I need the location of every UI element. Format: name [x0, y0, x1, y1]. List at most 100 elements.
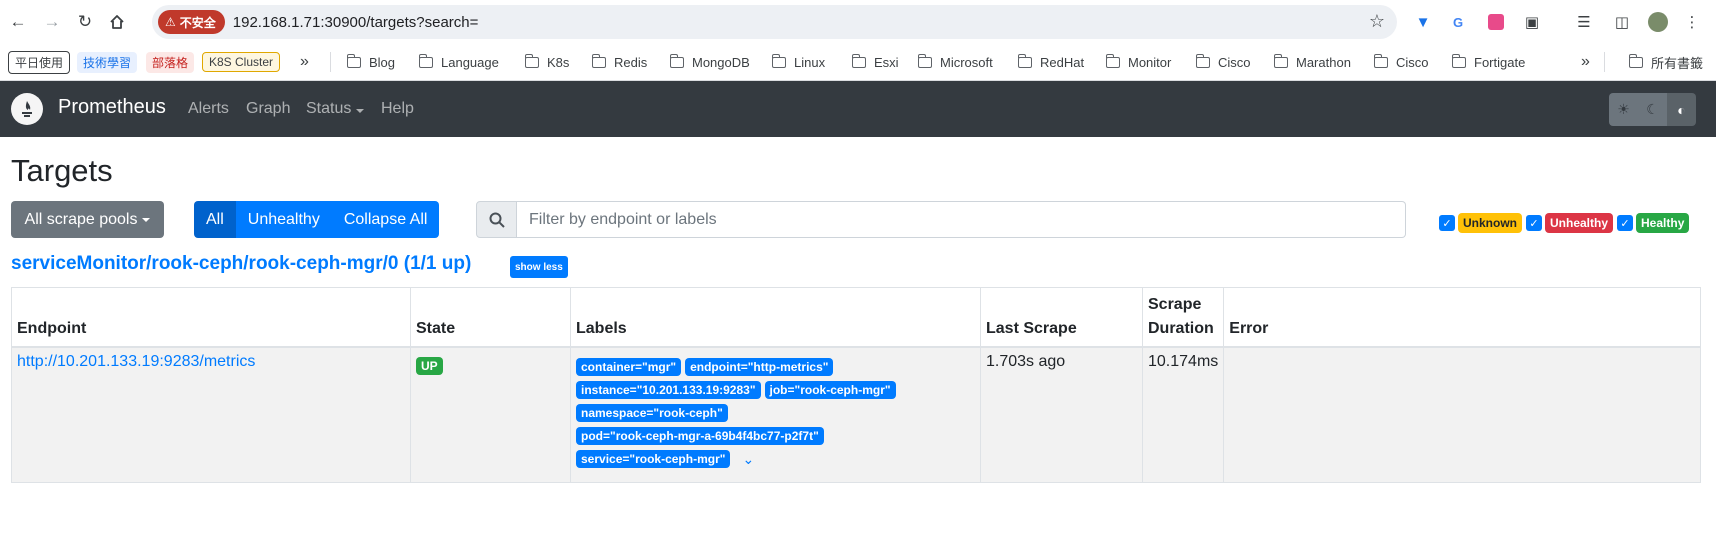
bookmarks-overflow-left[interactable]: »	[300, 50, 309, 74]
show-less-button[interactable]: show less	[510, 256, 568, 278]
all-bookmarks-folder[interactable]: 所有書籤	[1628, 50, 1704, 74]
bookmark-label: Marathon	[1296, 54, 1351, 70]
bookmark-folder-fortigate[interactable]: Fortigate	[1451, 50, 1525, 74]
bookmark-folder-redhat[interactable]: RedHat	[1017, 50, 1084, 74]
search-input[interactable]	[517, 201, 1406, 238]
bookmark-label: 所有書籤	[1651, 55, 1704, 71]
error-cell	[1223, 346, 1701, 483]
prometheus-logo-icon[interactable]	[11, 93, 43, 125]
label-badge: endpoint="http-metrics"	[685, 358, 834, 376]
menu-kebab-icon[interactable]: ⋮	[1681, 11, 1703, 33]
folder-icon	[524, 53, 539, 68]
reload-icon[interactable]: ↻	[73, 10, 97, 34]
bookmark-tag-blog[interactable]: 部落格	[146, 50, 195, 74]
home-icon[interactable]	[105, 10, 129, 34]
page-title: Targets	[11, 153, 113, 188]
bookmark-label: Microsoft	[940, 54, 993, 70]
folder-icon	[1017, 53, 1032, 68]
light-theme-sun-icon[interactable]: ☀	[1609, 93, 1638, 126]
security-warning-chip[interactable]: ⚠ 不安全	[158, 10, 225, 34]
extension-pink-icon[interactable]	[1485, 11, 1507, 33]
chevron-down-icon[interactable]: ⌄	[742, 451, 754, 468]
unknown-checkbox[interactable]: ✓	[1439, 215, 1455, 231]
bookmark-folder-marathon[interactable]: Marathon	[1273, 50, 1351, 74]
profile-avatar[interactable]	[1647, 11, 1669, 33]
bookmarks-overflow-right[interactable]: »	[1581, 50, 1590, 74]
chevron-double-icon: »	[300, 53, 309, 70]
all-button[interactable]: All	[194, 201, 236, 238]
bookmarks-divider	[330, 52, 331, 72]
folder-icon	[1195, 53, 1210, 68]
browser-toolbar: ← → ↻ ⚠ 不安全 192.168.1.71:30900/targets?s…	[0, 0, 1716, 44]
bookmark-folder-language[interactable]: Language	[418, 50, 499, 74]
nav-status-label: Status	[306, 100, 352, 117]
bookmark-folder-linux[interactable]: Linux	[771, 50, 826, 74]
extension-v-icon[interactable]: ▼	[1412, 11, 1434, 33]
bookmark-folder-microsoft[interactable]: Microsoft	[917, 50, 993, 74]
label-badge: container="mgr"	[576, 358, 682, 376]
bookmark-tag-daily[interactable]: 平日使用	[8, 50, 71, 74]
scrape-duration-cell: 10.174ms	[1141, 346, 1225, 483]
folder-icon	[1373, 53, 1388, 68]
caret-down-icon	[142, 217, 151, 222]
prometheus-navbar: Prometheus Alerts Graph Status Help ☀ ☾ …	[0, 81, 1716, 137]
folder-icon	[1105, 53, 1120, 68]
scrape-pool-title[interactable]: serviceMonitor/rook-ceph/rook-ceph-mgr/0…	[11, 253, 471, 275]
label-badge: service="rook-ceph-mgr"	[576, 450, 731, 468]
folder-icon	[346, 53, 361, 68]
bookmark-label: Language	[441, 54, 499, 70]
collapse-all-button[interactable]: Collapse All	[331, 201, 440, 238]
endpoint-link[interactable]: http://10.201.133.19:9283/metrics	[17, 353, 255, 370]
targets-table: Endpoint State Labels Last Scrape Scrape…	[11, 287, 1701, 483]
nav-graph[interactable]: Graph	[246, 100, 290, 118]
bookmark-label: Linux	[794, 54, 826, 70]
scrape-pools-label: All scrape pools	[24, 210, 138, 228]
healthy-checkbox[interactable]: ✓	[1617, 215, 1634, 231]
bookmark-folder-monitor[interactable]: Monitor	[1105, 50, 1171, 74]
translate-icon[interactable]: G	[1447, 11, 1469, 33]
labels-list: container="mgr" endpoint="http-metrics" …	[576, 353, 936, 468]
bookmark-folder-blog[interactable]: Blog	[346, 50, 395, 74]
bookmark-label: K8S Cluster	[202, 52, 281, 72]
url-text[interactable]: 192.168.1.71:30900/targets?search=	[233, 14, 479, 31]
label-badge: namespace="rook-ceph"	[576, 404, 728, 422]
bookmark-folder-cisco[interactable]: Cisco	[1195, 50, 1251, 74]
bookmark-label: K8s	[547, 54, 570, 70]
column-header-state: State	[410, 287, 571, 348]
last-scrape-cell: 1.703s ago	[980, 346, 1143, 483]
health-filters: ✓ Unknown ✓ Unhealthy ✓ Healthy	[1439, 213, 1693, 233]
caret-down-icon	[356, 109, 365, 113]
bookmark-label: 技術學習	[77, 51, 138, 73]
bookmark-folder-cisco-2[interactable]: Cisco	[1373, 50, 1429, 74]
media-control-icon[interactable]: ☰	[1573, 11, 1595, 33]
scrape-pools-dropdown[interactable]: All scrape pools	[11, 201, 164, 238]
column-header-error: Error	[1223, 287, 1701, 348]
column-header-endpoint: Endpoint	[11, 287, 411, 348]
nav-alerts[interactable]: Alerts	[188, 100, 229, 118]
brand-title[interactable]: Prometheus	[58, 96, 166, 119]
forward-icon[interactable]: →	[40, 10, 64, 34]
side-panel-icon[interactable]: ◫	[1611, 11, 1633, 33]
bookmark-folder-k8s[interactable]: K8s	[524, 50, 570, 74]
bookmark-tag-k8s-cluster[interactable]: K8S Cluster	[202, 50, 281, 74]
bookmark-tag-tech[interactable]: 技術學習	[77, 50, 138, 74]
auto-theme-contrast-icon[interactable]: ◐	[1667, 93, 1696, 126]
unhealthy-checkbox[interactable]: ✓	[1526, 215, 1542, 231]
back-icon[interactable]: ←	[6, 10, 30, 34]
bookmark-folder-esxi[interactable]: Esxi	[851, 50, 899, 74]
nav-status[interactable]: Status	[306, 100, 365, 118]
extensions-puzzle-icon[interactable]: ▣	[1521, 11, 1543, 33]
nav-help[interactable]: Help	[381, 100, 414, 118]
address-bar[interactable]: ⚠ 不安全 192.168.1.71:30900/targets?search=…	[152, 5, 1397, 39]
folder-icon	[669, 53, 684, 68]
folder-icon	[1451, 53, 1466, 68]
unhealthy-button[interactable]: Unhealthy	[235, 201, 332, 238]
search-group	[476, 201, 1406, 238]
unknown-badge: Unknown	[1458, 213, 1522, 233]
state-cell: UP	[410, 346, 571, 483]
bookmark-folder-redis[interactable]: Redis	[591, 50, 647, 74]
bookmark-folder-mongodb[interactable]: MongoDB	[669, 50, 750, 74]
bookmark-star-icon[interactable]: ☆	[1369, 11, 1385, 32]
dark-theme-moon-icon[interactable]: ☾	[1638, 93, 1667, 126]
bookmarks-bar: 平日使用 技術學習 部落格 K8S Cluster » Blog Languag…	[0, 44, 1716, 81]
